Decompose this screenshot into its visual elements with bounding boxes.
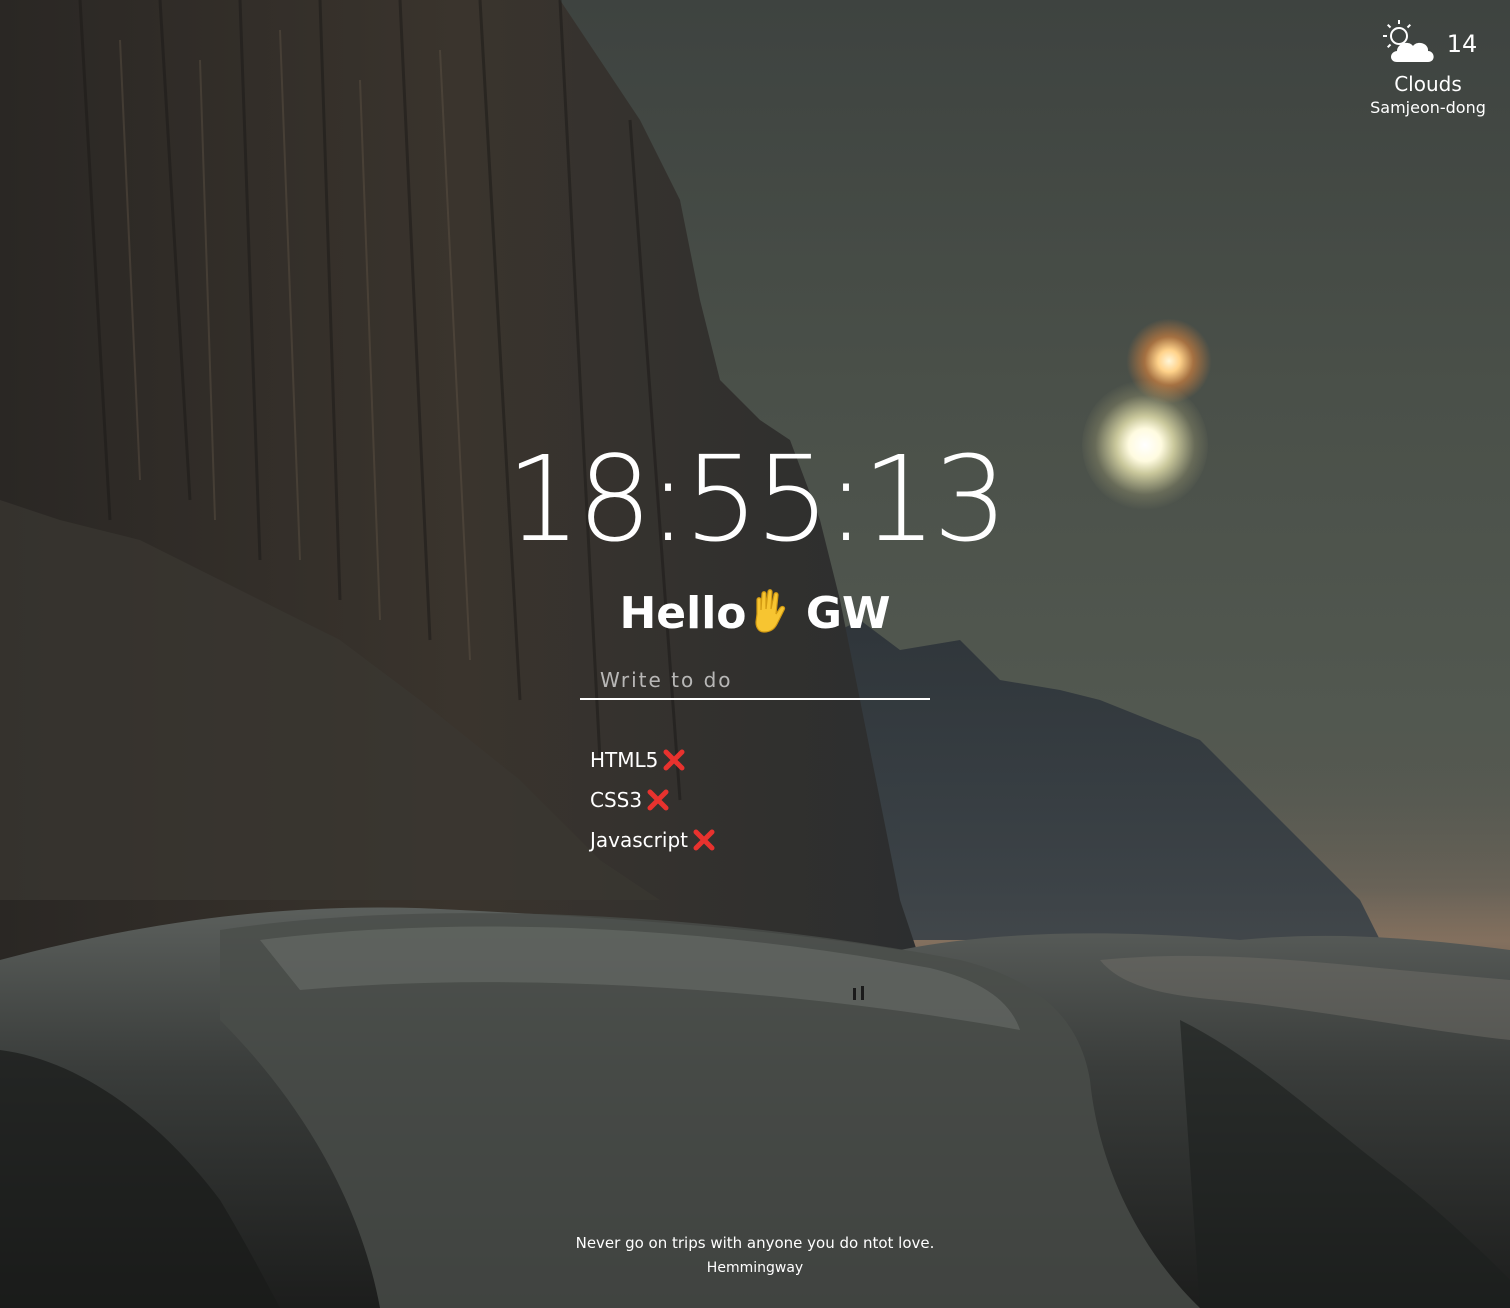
- weather-description: Clouds: [1394, 72, 1462, 96]
- cross-mark-icon: [647, 789, 669, 811]
- todo-item: Javascript: [590, 820, 716, 860]
- todo-input[interactable]: [580, 664, 930, 700]
- greeting: Hello GW: [0, 588, 1510, 645]
- delete-todo-button[interactable]: [662, 748, 686, 772]
- quote: Never go on trips with anyone you do nto…: [0, 1234, 1510, 1276]
- greeting-text: Hello: [619, 588, 747, 639]
- delete-todo-button[interactable]: [692, 828, 716, 852]
- todo-list: HTML5 CSS3 Javascript: [590, 740, 716, 860]
- cross-mark-icon: [663, 749, 685, 771]
- todo-item: CSS3: [590, 780, 716, 820]
- page: 14 Clouds Samjeon-dong 18:55:13 Hello GW…: [0, 0, 1510, 1308]
- quote-text: Never go on trips with anyone you do nto…: [575, 1234, 935, 1252]
- delete-todo-button[interactable]: [646, 788, 670, 812]
- greeting-name: GW: [805, 588, 891, 639]
- quote-author: Hemmingway: [706, 1260, 804, 1276]
- todo-item-text: Javascript: [590, 828, 688, 852]
- todo-item-text: HTML5: [590, 748, 659, 772]
- todo-item-text: CSS3: [590, 788, 643, 812]
- weather-widget: 14 Clouds Samjeon-dong: [1366, 18, 1490, 117]
- raised-hand-icon: [747, 588, 791, 645]
- temperature: 14: [1446, 30, 1478, 58]
- sun-behind-cloud-icon: [1379, 18, 1437, 70]
- weather-city: Samjeon-dong: [1370, 98, 1486, 117]
- cross-mark-icon: [693, 829, 715, 851]
- todo-item: HTML5: [590, 740, 716, 780]
- clock: 18:55:13: [506, 430, 1008, 568]
- weather-row: 14: [1366, 18, 1490, 70]
- todo-form: [580, 664, 930, 700]
- background-image: [0, 0, 1510, 1308]
